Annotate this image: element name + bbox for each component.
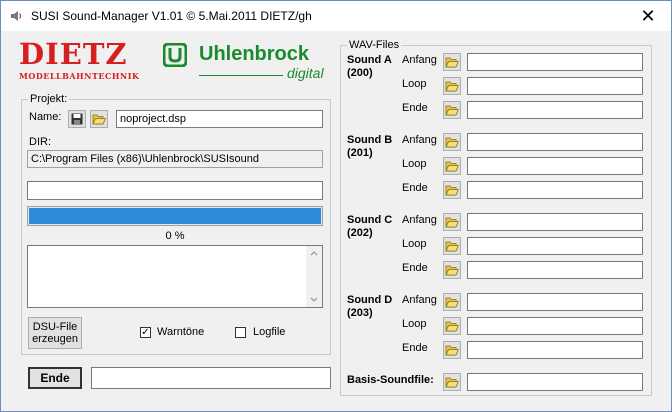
open-folder-icon [445,81,459,92]
warn-checkbox[interactable]: ✓ [140,327,151,338]
progress-fill [29,208,321,224]
sound-d-anfang-label: Anfang [402,294,437,306]
sound-c-loop-label: Loop [402,238,427,250]
sound-d-anfang-open-button[interactable] [443,293,461,311]
dietz-logo: DIETZ MODELLBAHNTECHNIK [19,37,159,83]
sound-b-anfang-label: Anfang [402,134,437,146]
open-folder-icon [445,185,459,196]
sound-b-loop-label: Loop [402,158,427,170]
app-window: SUSI Sound-Manager V1.01 © 5.Mai.2011 DI… [0,0,672,412]
window-title: SUSI Sound-Manager V1.01 © 5.Mai.2011 DI… [31,9,312,23]
sound-a-loop-label: Loop [402,78,427,90]
speaker-icon [11,11,22,21]
project-name-input[interactable]: noproject.dsp [116,110,323,128]
sound-b-anfang-input[interactable] [467,133,643,151]
logfile-checkbox[interactable] [235,327,246,338]
sound-a-anfang-open-button[interactable] [443,53,461,71]
open-folder-icon [92,114,106,125]
open-folder-icon [445,297,459,308]
sound-a-id: (200) [347,67,373,79]
open-folder-icon [445,105,459,116]
sound-c-loop-input[interactable] [467,237,643,255]
open-folder-icon [445,377,459,388]
warn-label: Warntöne [157,326,205,338]
sound-c-loop-open-button[interactable] [443,237,461,255]
sound-d-loop-input[interactable] [467,317,643,335]
sound-a-loop-open-button[interactable] [443,77,461,95]
sound-a-loop-input[interactable] [467,77,643,95]
sound-b-ende-open-button[interactable] [443,181,461,199]
sound-b-ende-input[interactable] [467,181,643,199]
dietz-logo-text: DIETZ [19,37,128,71]
sound-b-id: (201) [347,147,373,159]
open-folder-icon [445,265,459,276]
wav-files-legend: WAV-Files [349,39,400,51]
scroll-up-icon[interactable] [310,250,318,256]
sound-a-anfang-label: Anfang [402,54,437,66]
close-icon[interactable]: ✕ [625,1,671,31]
open-folder-icon [445,217,459,228]
basis-open-button[interactable] [443,373,461,391]
sound-c-ende-label: Ende [402,262,428,274]
sound-c-anfang-open-button[interactable] [443,213,461,231]
sound-d-anfang-input[interactable] [467,293,643,311]
sound-a-anfang-input[interactable] [467,53,643,71]
dir-field: C:\Program Files (x86)\Uhlenbrock\SUSIso… [27,150,323,168]
open-folder-icon [445,321,459,332]
sound-c-anfang-label: Anfang [402,214,437,226]
end-button[interactable]: Ende [28,367,82,389]
project-legend: Projekt: [30,93,68,105]
sound-d-loop-label: Loop [402,318,427,330]
sound-d-ende-label: Ende [402,342,428,354]
sound-b-label: Sound B [347,134,393,146]
open-folder-icon [445,57,459,68]
sound-d-id: (203) [347,307,373,319]
status-field [27,181,323,200]
uhlenbrock-logo: Uhlenbrock digital [163,41,333,83]
sound-c-id: (202) [347,227,373,239]
title-bar: SUSI Sound-Manager V1.01 © 5.Mai.2011 DI… [1,1,671,31]
open-project-button[interactable] [90,110,108,128]
basis-soundfile-input[interactable] [467,373,643,391]
open-folder-icon [445,345,459,356]
uhlenbrock-logo-subtext: digital [287,65,324,81]
uhlenbrock-logo-text: Uhlenbrock [199,43,310,65]
sound-a-ende-input[interactable] [467,101,643,119]
floppy-disk-icon [71,113,83,125]
log-scrollbar[interactable] [306,246,322,307]
dsu-file-button[interactable]: DSU-File erzeugen [28,317,82,349]
open-folder-icon [445,161,459,172]
sound-a-ende-label: Ende [402,102,428,114]
sound-d-ende-open-button[interactable] [443,341,461,359]
progress-text: 0 % [165,230,185,242]
progress-bar [27,206,323,226]
sound-b-loop-open-button[interactable] [443,157,461,175]
sound-c-ende-open-button[interactable] [443,261,461,279]
footer-status-field [91,367,331,389]
dietz-logo-subtext: MODELLBAHNTECHNIK [19,71,140,81]
sound-c-anfang-input[interactable] [467,213,643,231]
sound-a-label: Sound A [347,54,392,66]
sound-b-ende-label: Ende [402,182,428,194]
save-project-button[interactable] [68,110,86,128]
sound-b-loop-input[interactable] [467,157,643,175]
name-label: Name: [29,111,62,123]
sound-d-loop-open-button[interactable] [443,317,461,335]
sound-d-label: Sound D [347,294,393,306]
sound-d-ende-input[interactable] [467,341,643,359]
dir-label: DIR: [29,136,51,148]
basis-soundfile-label: Basis-Soundfile: [347,374,434,386]
open-folder-icon [445,137,459,148]
log-textarea[interactable] [27,245,323,308]
sound-c-label: Sound C [347,214,393,226]
sound-a-ende-open-button[interactable] [443,101,461,119]
scroll-down-icon[interactable] [310,297,318,303]
open-folder-icon [445,241,459,252]
sound-c-ende-input[interactable] [467,261,643,279]
logfile-label: Logfile [253,326,286,338]
sound-b-anfang-open-button[interactable] [443,133,461,151]
uhlenbrock-emblem-icon [163,43,187,67]
uhlenbrock-divider [199,75,283,76]
